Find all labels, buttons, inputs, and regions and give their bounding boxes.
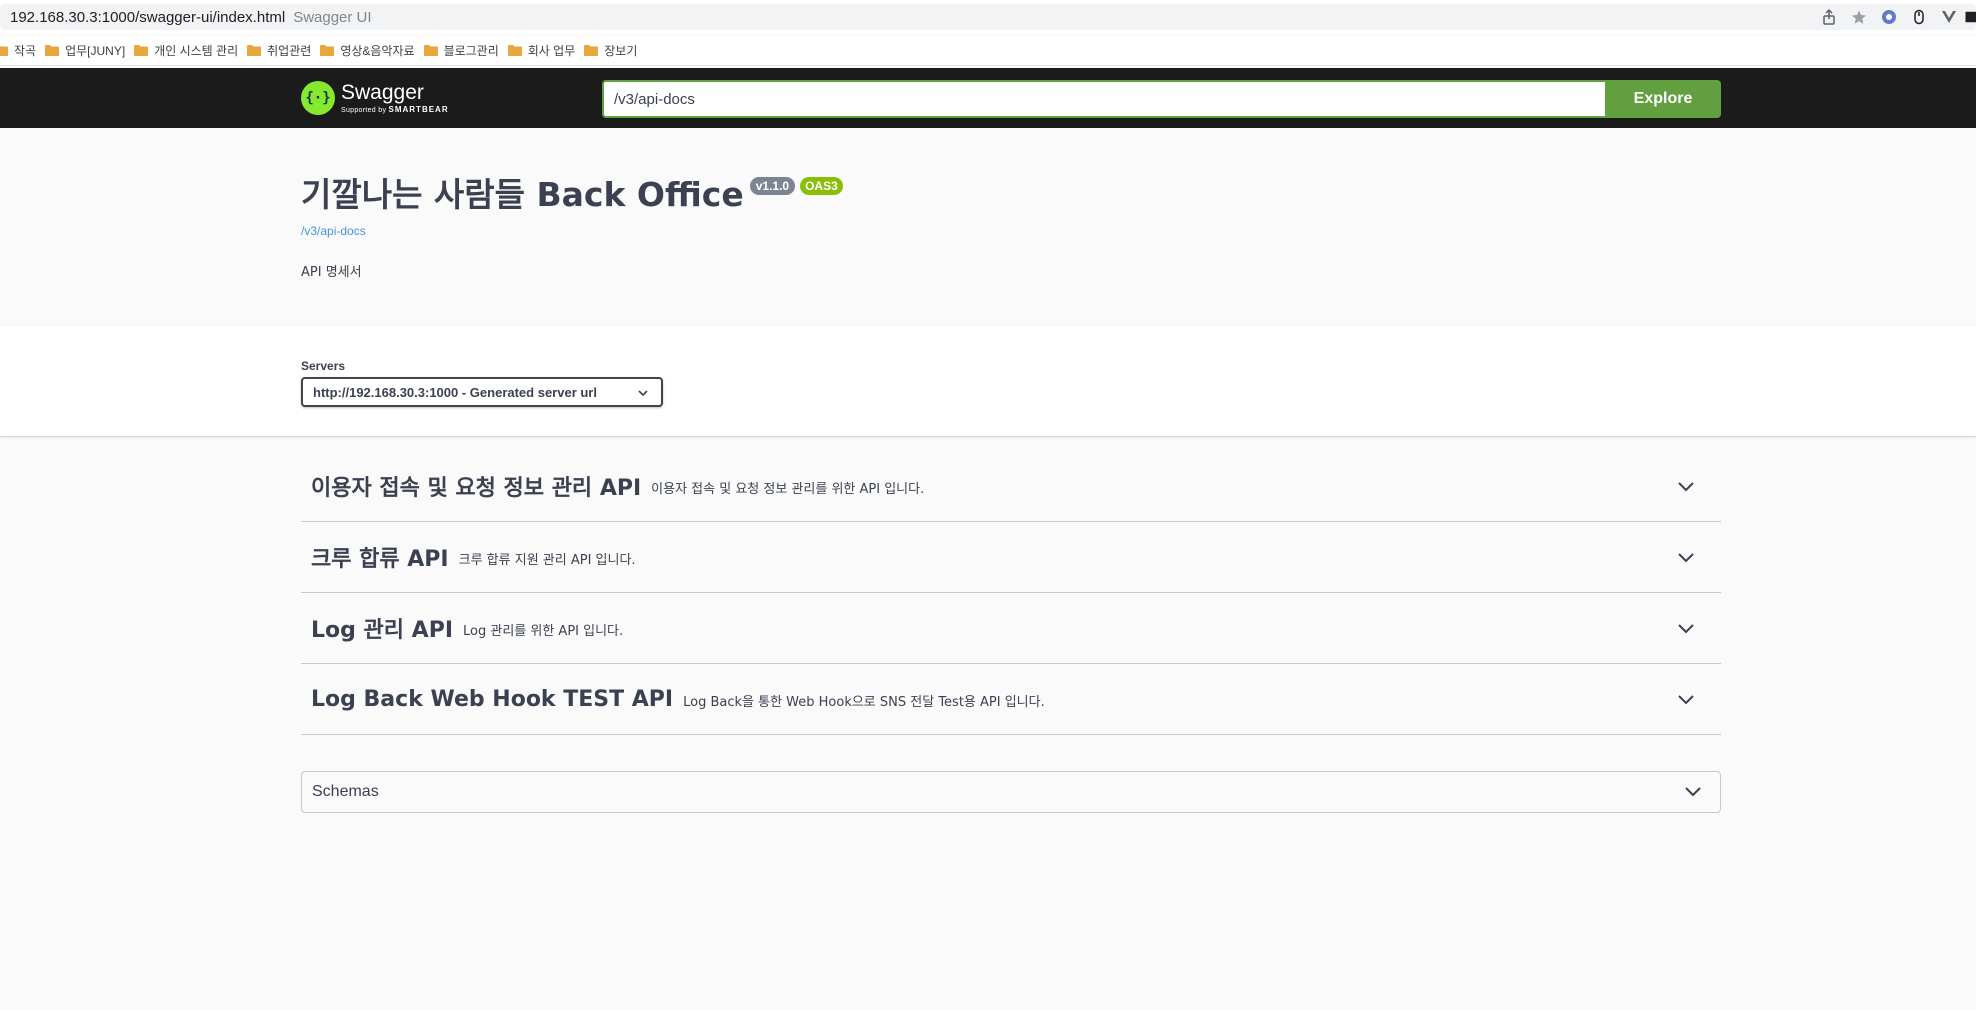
folder-icon: [507, 45, 522, 56]
expand-arrow-icon[interactable]: [1677, 620, 1695, 638]
bookmark-label: 취업관련: [267, 44, 312, 58]
extension-button-2[interactable]: [1904, 5, 1934, 29]
logo-name: Swagger: [341, 81, 424, 104]
tag-description: 크루 합류 지원 관리 API 입니다.: [458, 553, 636, 568]
share-icon: [1823, 9, 1835, 25]
browser-address-bar: 192.168.30.3:1000/swagger-ui/index.html …: [0, 0, 1976, 34]
logo-brand: SMARTBEAR: [388, 105, 449, 114]
bookmark-folder[interactable]: 업무[JUNY]: [45, 39, 125, 63]
tag-section[interactable]: Log 관리 API Log 관리를 위한 API 입니다.: [301, 593, 1721, 664]
bookmark-folder[interactable]: 영상&음악자료: [320, 39, 415, 63]
api-description: API 명세서: [301, 265, 362, 280]
folder-icon: [584, 45, 599, 56]
schemas-section[interactable]: Schemas: [301, 771, 1721, 813]
extension-button-3[interactable]: [1934, 5, 1964, 29]
folder-icon: [247, 45, 262, 56]
bookmark-label: 영상&음악자료: [340, 44, 415, 58]
folder-icon: [45, 45, 60, 56]
bookmark-label: 회사 업무: [527, 44, 576, 58]
bookmark-label: 장보기: [604, 44, 638, 58]
expand-arrow-icon[interactable]: [1684, 783, 1702, 801]
bookmark-folder[interactable]: 작곡: [0, 39, 36, 63]
page-title: 기깔나는 사람들 Back Office: [301, 175, 744, 214]
logo-supported-text: Supported by: [341, 107, 387, 114]
bookmark-folder[interactable]: 장보기: [584, 39, 637, 63]
bookmark-folder[interactable]: 회사 업무: [507, 39, 576, 63]
bookmark-folder[interactable]: 블로그관리: [423, 39, 499, 63]
expand-arrow-icon[interactable]: [1677, 478, 1695, 496]
vue-devtools-icon: [1942, 11, 1956, 23]
tag-groups: 이용자 접속 및 요청 정보 관리 API 이용자 접속 및 요청 정보 관리를…: [301, 451, 1721, 735]
chevron-down-icon: [638, 390, 648, 397]
spec-link[interactable]: /v3/api-docs: [301, 224, 366, 238]
tag-name[interactable]: Log 관리 API: [311, 612, 453, 644]
oas-badge: OAS3: [800, 177, 843, 195]
bookmark-folder[interactable]: 취업관련: [247, 39, 311, 63]
swagger-logo-text: Swagger Supported by SMARTBEAR: [341, 81, 449, 115]
bookmark-label: 개인 시스템 관리: [154, 44, 239, 58]
swagger-topbar: {·} Swagger Supported by SMARTBEAR Explo…: [0, 68, 1976, 128]
tag-name[interactable]: 이용자 접속 및 요청 정보 관리 API: [311, 470, 641, 502]
url-field[interactable]: 192.168.30.3:1000/swagger-ui/index.html …: [0, 4, 1976, 30]
swagger-logo-icon: {·}: [301, 81, 335, 115]
logo-supported-by: Supported by SMARTBEAR: [341, 105, 449, 114]
extension-dark-icon: [1965, 11, 1976, 23]
servers-section: Servers http://192.168.30.3:1000 - Gener…: [0, 327, 1976, 437]
tag-description: Log 관리를 위한 API 입니다.: [463, 624, 624, 639]
tag-name[interactable]: 크루 합류 API: [311, 541, 449, 573]
schemas-title[interactable]: Schemas: [312, 783, 379, 801]
swagger-logo[interactable]: {·} Swagger Supported by SMARTBEAR: [301, 78, 449, 118]
servers-selected-value: http://192.168.30.3:1000 - Generated ser…: [313, 384, 597, 400]
servers-label: Servers: [301, 359, 346, 373]
bookmark-star-button[interactable]: [1844, 5, 1874, 29]
tag-section[interactable]: 이용자 접속 및 요청 정보 관리 API 이용자 접속 및 요청 정보 관리를…: [301, 451, 1721, 522]
tag-description: 이용자 접속 및 요청 정보 관리를 위한 API 입니다.: [651, 482, 925, 497]
expand-arrow-icon[interactable]: [1677, 691, 1695, 709]
explore-button[interactable]: Explore: [1605, 80, 1721, 118]
tag-name[interactable]: Log Back Web Hook TEST API: [311, 687, 673, 712]
servers-select[interactable]: http://192.168.30.3:1000 - Generated ser…: [301, 377, 663, 407]
tag-description: Log Back을 통한 Web Hook으로 SNS 전달 Test용 API…: [683, 695, 1045, 710]
page-title-suffix: Swagger UI: [293, 8, 372, 26]
extension-circle-icon: [1882, 10, 1896, 24]
share-button[interactable]: [1814, 5, 1844, 29]
bookmark-label: 업무[JUNY]: [65, 44, 126, 58]
title-row: 기깔나는 사람들 Back Office v1.1.0 OAS3: [301, 173, 843, 217]
bookmarks-bar: 작곡 업무[JUNY] 개인 시스템 관리 취업관련 영상&음악자료 블로그관리…: [0, 36, 1976, 66]
api-info-section: 기깔나는 사람들 Back Office v1.1.0 OAS3 /v3/api…: [0, 128, 1976, 327]
extension-button-1[interactable]: [1874, 5, 1904, 29]
bookmark-label: 블로그관리: [443, 44, 499, 58]
tag-section[interactable]: 크루 합류 API 크루 합류 지원 관리 API 입니다.: [301, 522, 1721, 593]
tag-section[interactable]: Log Back Web Hook TEST API Log Back을 통한 …: [301, 664, 1721, 735]
expand-arrow-icon[interactable]: [1677, 549, 1695, 567]
spec-url-input[interactable]: [602, 80, 1605, 118]
version-badge: v1.1.0: [749, 177, 796, 195]
bookmark-folder[interactable]: 개인 시스템 관리: [134, 39, 238, 63]
bookmark-label: 작곡: [14, 44, 37, 58]
folder-icon: [320, 45, 335, 56]
address-bar-actions: [1814, 5, 1976, 29]
mouse-icon: [1914, 9, 1924, 25]
folder-icon: [0, 46, 8, 56]
url-text[interactable]: 192.168.30.3:1000/swagger-ui/index.html: [10, 9, 285, 26]
folder-icon: [423, 45, 438, 56]
extension-button-4[interactable]: [1964, 5, 1976, 29]
folder-icon: [134, 45, 149, 56]
star-icon: [1852, 10, 1866, 24]
